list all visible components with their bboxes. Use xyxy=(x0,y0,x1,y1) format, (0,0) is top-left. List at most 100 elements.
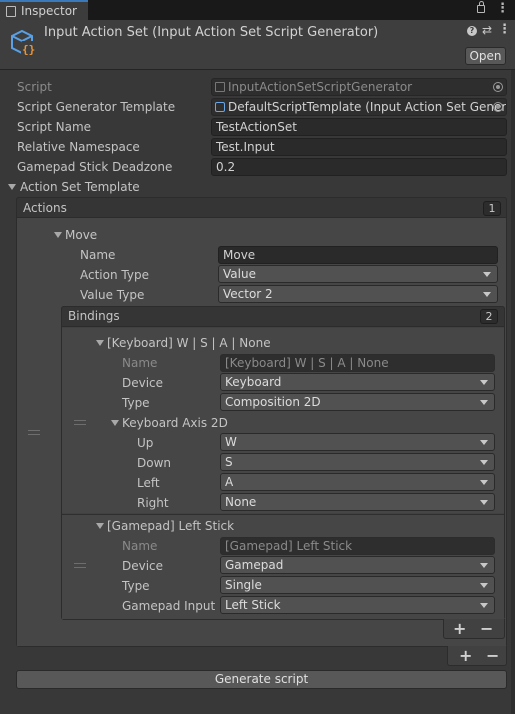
bindings-count[interactable]: 2 xyxy=(480,309,498,324)
chevron-down-icon xyxy=(480,500,488,505)
action-name-field[interactable]: Move xyxy=(218,246,498,264)
drag-handle-icon[interactable] xyxy=(74,420,86,425)
action-set-template-foldout-icon[interactable] xyxy=(8,184,16,190)
script-asset-icon: {} xyxy=(7,27,37,57)
gamepad-device-dropdown[interactable]: Gamepad xyxy=(220,556,495,574)
deadzone-label: Gamepad Stick Deadzone xyxy=(17,160,173,174)
generate-script-button[interactable]: Generate script xyxy=(16,670,507,689)
object-picker-icon[interactable] xyxy=(493,102,503,112)
bindings-header-label: Bindings xyxy=(68,309,120,323)
gamepad-binding-label[interactable]: [Gamepad] Left Stick xyxy=(107,518,234,534)
gamepad-input-label: Gamepad Input xyxy=(122,599,216,613)
action-type-label: Action Type xyxy=(80,268,149,282)
chevron-down-icon xyxy=(480,583,488,588)
move-foldout-icon[interactable] xyxy=(54,232,62,238)
deadzone-field[interactable]: 0.2 xyxy=(211,158,507,176)
keyboard-device-value: Keyboard xyxy=(225,375,282,389)
script-asset-icon xyxy=(215,82,225,92)
keyboard-name-field: [Keyboard] W | S | A | None xyxy=(220,354,495,372)
gamepad-device-value: Gamepad xyxy=(225,558,284,572)
chevron-down-icon xyxy=(480,400,488,405)
gamepad-type-label: Type xyxy=(122,579,150,593)
chevron-down-icon xyxy=(483,272,491,277)
chevron-down-icon xyxy=(483,292,491,297)
gamepad-name-field: [Gamepad] Left Stick xyxy=(220,537,495,555)
chevron-down-icon xyxy=(480,603,488,608)
scrollbar-track[interactable] xyxy=(511,70,515,714)
value-type-dropdown[interactable]: Vector 2 xyxy=(218,285,498,303)
svg-text:{}: {} xyxy=(22,43,35,56)
keyboard-binding-label[interactable]: [Keyboard] W | S | A | None xyxy=(107,335,271,351)
right-label: Right xyxy=(137,496,169,510)
inspector-tab-title: Inspector xyxy=(21,4,77,18)
keyboard-binding-foldout-icon[interactable] xyxy=(96,340,104,346)
down-value: S xyxy=(225,455,233,469)
keyboard-device-dropdown[interactable]: Keyboard xyxy=(220,373,495,391)
actions-header xyxy=(16,197,507,218)
keyboard-axis-foldout-icon[interactable] xyxy=(111,420,119,426)
keyboard-axis-label[interactable]: Keyboard Axis 2D xyxy=(122,415,228,431)
value-type-value: Vector 2 xyxy=(223,287,273,301)
lock-icon[interactable] xyxy=(477,5,485,13)
chevron-down-icon xyxy=(480,440,488,445)
keyboard-name-label: Name xyxy=(122,356,158,370)
kebab-menu-icon[interactable]: ⋮ xyxy=(496,1,509,17)
right-dropdown[interactable]: None xyxy=(220,493,495,511)
keyboard-type-value: Composition 2D xyxy=(225,395,321,409)
up-value: W xyxy=(225,435,237,449)
up-dropdown[interactable]: W xyxy=(220,433,495,451)
action-type-dropdown[interactable]: Value xyxy=(218,265,498,283)
gamepad-device-label: Device xyxy=(122,559,164,573)
script-name-label: Script Name xyxy=(17,120,92,134)
open-button-label: Open xyxy=(469,49,502,63)
kebab-menu-icon[interactable]: ⋮ xyxy=(498,22,511,37)
actions-count[interactable]: 1 xyxy=(483,201,501,216)
chevron-down-icon xyxy=(480,563,488,568)
down-dropdown[interactable]: S xyxy=(220,453,495,471)
action-name-label: Name xyxy=(80,248,116,262)
left-dropdown[interactable]: A xyxy=(220,473,495,491)
template-asset-icon xyxy=(215,102,225,112)
inspector-tab-icon xyxy=(6,6,16,17)
template-field[interactable]: DefaultScriptTemplate (Input Action Set … xyxy=(211,98,507,116)
keyboard-type-label: Type xyxy=(122,396,150,410)
add-action-button[interactable]: + xyxy=(459,648,472,664)
object-picker-icon[interactable] xyxy=(493,82,503,92)
gamepad-binding-foldout-icon[interactable] xyxy=(96,523,104,529)
chevron-down-icon xyxy=(480,480,488,485)
down-label: Down xyxy=(137,456,172,470)
generate-script-label: Generate script xyxy=(214,672,309,686)
namespace-field[interactable]: Test.Input xyxy=(211,138,507,156)
lock-shackle xyxy=(479,1,484,6)
template-value: DefaultScriptTemplate (Input Action Set … xyxy=(228,100,507,114)
up-label: Up xyxy=(137,436,154,450)
inspector-tab[interactable]: Inspector xyxy=(0,0,88,20)
presets-icon[interactable]: ⇄ xyxy=(482,23,492,37)
gamepad-input-value: Left Stick xyxy=(225,598,281,612)
open-button[interactable]: Open xyxy=(465,47,506,65)
namespace-label: Relative Namespace xyxy=(17,140,140,154)
gamepad-name-label: Name xyxy=(122,539,158,553)
drag-handle-icon[interactable] xyxy=(74,563,86,568)
gamepad-type-value: Single xyxy=(225,578,262,592)
action-type-value: Value xyxy=(223,267,256,281)
script-name-field[interactable]: TestActionSet xyxy=(211,118,507,136)
header-title: Input Action Set (Input Action Set Scrip… xyxy=(44,25,379,40)
chevron-down-icon xyxy=(480,460,488,465)
remove-binding-button[interactable]: − xyxy=(480,621,493,637)
left-value: A xyxy=(225,475,234,489)
script-field[interactable]: InputActionSetScriptGenerator xyxy=(211,78,507,96)
gamepad-type-dropdown[interactable]: Single xyxy=(220,576,495,594)
action-set-template-label[interactable]: Action Set Template xyxy=(20,179,140,195)
gamepad-input-dropdown[interactable]: Left Stick xyxy=(220,596,495,614)
drag-handle-icon[interactable] xyxy=(28,430,40,435)
right-value: None xyxy=(225,495,257,509)
help-icon[interactable]: ? xyxy=(467,26,477,36)
template-label: Script Generator Template xyxy=(17,100,176,114)
keyboard-type-dropdown[interactable]: Composition 2D xyxy=(220,393,495,411)
value-type-label: Value Type xyxy=(80,288,145,302)
add-binding-button[interactable]: + xyxy=(453,621,466,637)
left-label: Left xyxy=(137,476,160,490)
remove-action-button[interactable]: − xyxy=(486,648,499,664)
move-label[interactable]: Move xyxy=(65,227,97,243)
